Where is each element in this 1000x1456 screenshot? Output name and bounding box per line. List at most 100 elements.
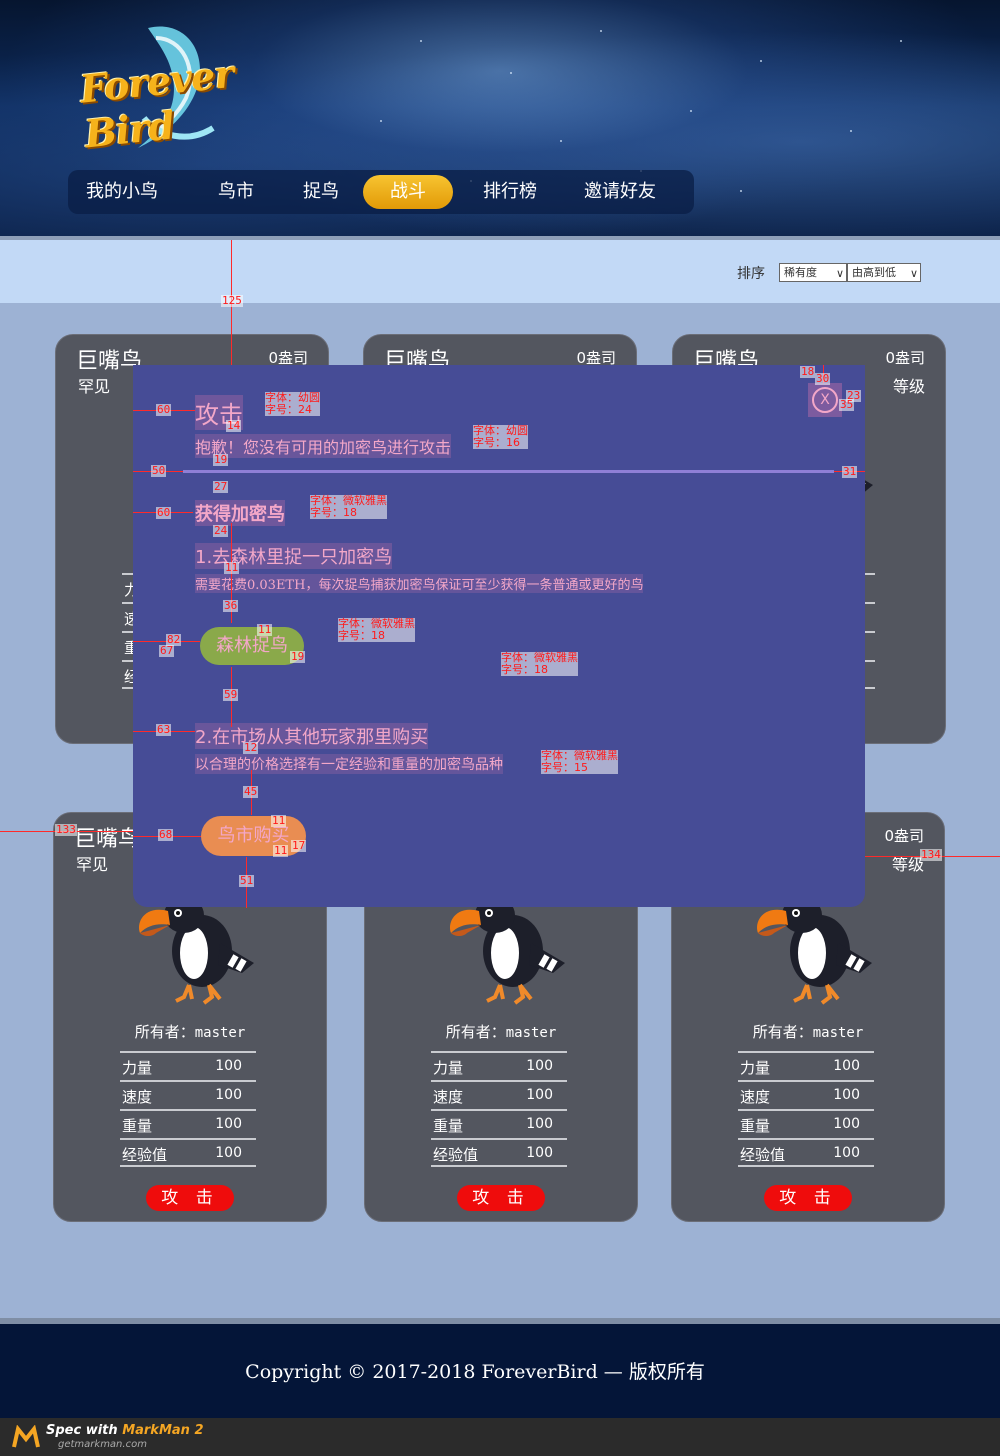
stat-label: 力量 — [740, 1059, 771, 1077]
stat-label: 经验值 — [433, 1146, 479, 1164]
spec-number: 27 — [213, 480, 229, 493]
stat-row: 速度 100 — [120, 1080, 256, 1109]
sort-order-value: 由高到低 — [852, 266, 896, 279]
stat-value: 100 — [526, 1058, 553, 1074]
stat-label: 速度 — [433, 1088, 464, 1106]
spec-font-note: 字体：幼圆 字号：16 — [473, 424, 528, 449]
spec-number: 11 — [224, 561, 240, 574]
step2-description: 以合理的价格选择有一定经验和重量的加密鸟品种 — [195, 754, 503, 774]
stat-label: 重量 — [433, 1117, 464, 1135]
spec-number: 60 — [156, 403, 172, 416]
stat-value: 100 — [833, 1058, 860, 1074]
bird-level: 等级 — [892, 377, 925, 396]
stats-table: 力量 100 速度 100 重量 100 经验值 100 — [120, 1051, 256, 1167]
stat-value: 100 — [833, 1145, 860, 1161]
toucan-image — [450, 897, 565, 1005]
stat-label: 力量 — [122, 1059, 153, 1077]
stat-label: 经验值 — [740, 1146, 786, 1164]
main-nav: 我的小鸟 鸟市 捉鸟 战斗 排行榜 邀请好友 — [68, 170, 694, 214]
owner-name: master — [505, 1025, 557, 1041]
stat-value: 100 — [526, 1145, 553, 1161]
owner-line: 所有者：master — [365, 1021, 637, 1042]
nav-catch-bird[interactable]: 捉鸟 — [293, 170, 349, 214]
stats-table: 力量 100 速度 100 重量 100 经验值 100 — [738, 1051, 874, 1167]
stat-row: 经验值 100 — [120, 1138, 256, 1167]
stats-table: 力量 100 速度 100 重量 100 经验值 100 — [431, 1051, 567, 1167]
sort-bar: 排序 稀有度 ∨ 由高到低 ∨ — [0, 240, 1000, 303]
logo-text: Forever Bird — [77, 50, 236, 157]
spec-number: 12 — [243, 741, 259, 754]
spec-number: 11 — [271, 814, 287, 827]
stat-label: 重量 — [740, 1117, 771, 1135]
spec-number: 19 — [213, 453, 229, 466]
logo[interactable]: Forever Bird — [78, 18, 248, 158]
header-banner: Forever Bird 我的小鸟 鸟市 捉鸟 战斗 排行榜 邀请好友 — [0, 0, 1000, 236]
markman-title: Spec with MarkMan 2 — [46, 1423, 204, 1438]
owner-name: master — [194, 1025, 246, 1041]
stat-row: 重量 100 — [431, 1109, 567, 1138]
spec-font-note: 字体：微软雅黑 字号：18 — [310, 494, 387, 519]
nav-battle[interactable]: 战斗 — [363, 175, 453, 209]
stat-value: 100 — [526, 1087, 553, 1103]
stat-value: 100 — [215, 1145, 242, 1161]
stat-value: 100 — [526, 1116, 553, 1132]
bird-price: 0盎司 — [884, 827, 924, 845]
markman-bar: Spec with MarkMan 2 getmarkman.com — [0, 1418, 1000, 1456]
markman-url: getmarkman.com — [58, 1439, 147, 1450]
spec-font-note: 字体：幼圆 字号：24 — [265, 391, 320, 416]
copyright-text: Copyright © 2017-2018 ForeverBird — 版权所有 — [245, 1361, 705, 1383]
attack-button[interactable]: 攻 击 — [457, 1185, 545, 1211]
close-icon[interactable]: X — [812, 387, 838, 413]
sort-order-select[interactable]: 由高到低 ∨ — [847, 263, 921, 282]
owner-label: 所有者： — [134, 1023, 195, 1041]
stat-row: 速度 100 — [431, 1080, 567, 1109]
spec-number: 67 — [159, 644, 175, 657]
spec-number: 30 — [815, 372, 831, 385]
attack-button[interactable]: 攻 击 — [764, 1185, 852, 1211]
attack-button[interactable]: 攻 击 — [146, 1185, 234, 1211]
nav-invite-friends[interactable]: 邀请好友 — [576, 170, 664, 214]
chevron-down-icon: ∨ — [909, 267, 918, 280]
stat-row: 重量 100 — [120, 1109, 256, 1138]
close-button[interactable]: X — [808, 383, 842, 417]
spec-number: 51 — [239, 874, 255, 887]
spec-font-note: 字体：微软雅黑 字号：18 — [501, 651, 578, 676]
nav-my-birds[interactable]: 我的小鸟 — [78, 170, 166, 214]
bird-name: 巨嘴鸟 — [74, 827, 141, 852]
spec-number: 31 — [842, 465, 858, 478]
owner-name: master — [812, 1025, 864, 1041]
spec-number: 11 — [273, 844, 289, 857]
spec-number: 11 — [257, 623, 273, 636]
footer: Copyright © 2017-2018 ForeverBird — 版权所有 — [0, 1324, 1000, 1418]
bird-price: 0盎司 — [885, 349, 925, 367]
spec-number: 14 — [226, 419, 242, 432]
spec-number: 45 — [243, 785, 259, 798]
stat-label: 力量 — [433, 1059, 464, 1077]
sort-field-select[interactable]: 稀有度 ∨ — [779, 263, 847, 282]
spec-number: 68 — [158, 828, 174, 841]
stat-row: 经验值 100 — [738, 1138, 874, 1167]
spec-number: 60 — [156, 506, 172, 519]
nav-bird-market[interactable]: 鸟市 — [208, 170, 264, 214]
stat-value: 100 — [215, 1116, 242, 1132]
stat-value: 100 — [215, 1087, 242, 1103]
owner-line: 所有者：master — [54, 1021, 326, 1042]
markman-logo-icon — [12, 1425, 40, 1448]
stat-label: 经验值 — [122, 1146, 168, 1164]
spec-font-note: 字体：微软雅黑 字号：18 — [338, 617, 415, 642]
stat-value: 100 — [833, 1116, 860, 1132]
owner-label: 所有者： — [752, 1023, 813, 1041]
spec-number: 134 — [920, 848, 942, 861]
spec-number: 59 — [223, 688, 239, 701]
nav-leaderboard[interactable]: 排行榜 — [474, 170, 546, 214]
modal-divider — [183, 470, 834, 473]
stat-label: 速度 — [122, 1088, 153, 1106]
stat-row: 经验值 100 — [431, 1138, 567, 1167]
spec-number: 24 — [213, 524, 229, 537]
stat-row: 力量 100 — [738, 1051, 874, 1080]
spec-number: 50 — [151, 464, 167, 477]
step1-description: 需要花费0.03ETH，每次捉鸟捕获加密鸟保证可至少获得一条普通或更好的鸟 — [195, 574, 644, 593]
bird-rarity: 罕见 — [76, 855, 109, 874]
catch-in-forest-button[interactable]: 森林捉鸟 — [200, 627, 304, 665]
toucan-image — [757, 897, 872, 1005]
